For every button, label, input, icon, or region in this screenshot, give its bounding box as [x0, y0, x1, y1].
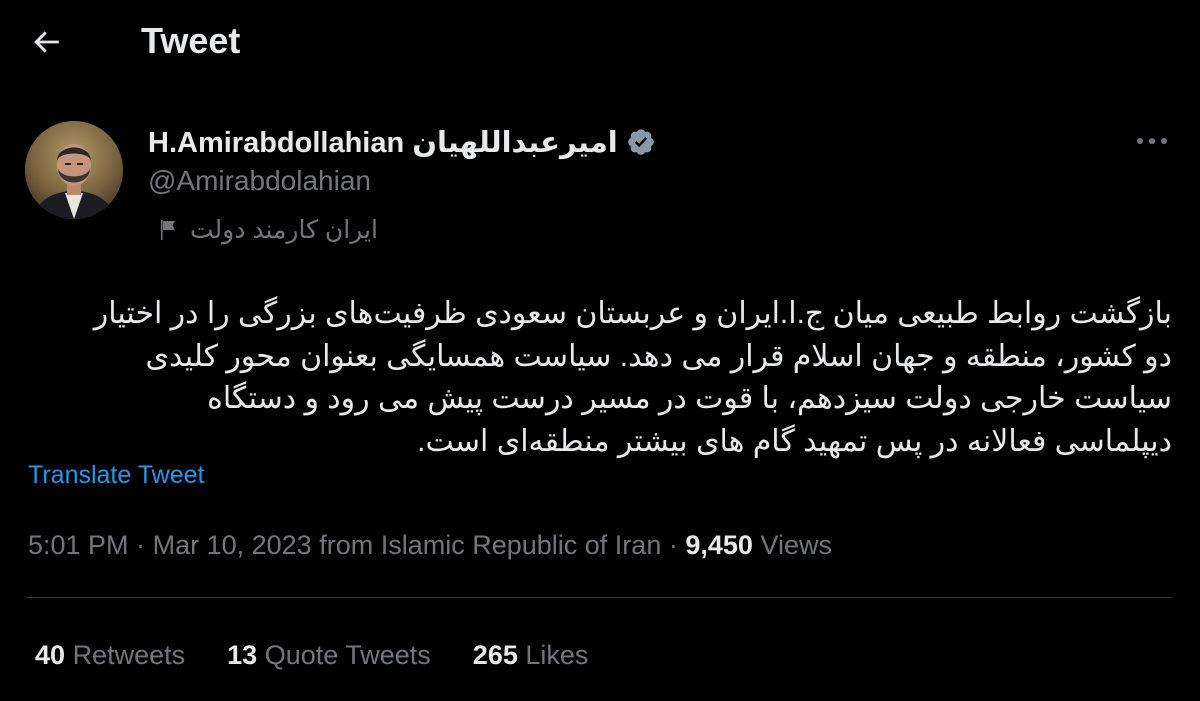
likes-stat[interactable]: 265 Likes — [473, 636, 589, 674]
views-count: 9,450 — [685, 530, 753, 560]
affiliation-label[interactable]: ایران کارمند دولت — [156, 212, 378, 248]
tweet-location: from Islamic Republic of Iran — [319, 530, 662, 560]
divider — [26, 597, 1172, 598]
retweets-stat[interactable]: 40 Retweets — [35, 636, 185, 674]
top-bar: Tweet — [0, 0, 1200, 86]
affiliation-label-text: ایران کارمند دولت — [190, 216, 378, 244]
display-name[interactable]: H.Amirabdollahian امیرعبداللهیان — [148, 125, 618, 160]
verified-badge-icon — [627, 129, 654, 155]
quote-tweets-stat[interactable]: 13 Quote Tweets — [227, 636, 431, 674]
page-title: Tweet — [141, 20, 241, 61]
tweet-time[interactable]: 5:01 PM — [28, 530, 129, 560]
tweet-date[interactable]: Mar 10, 2023 — [153, 530, 312, 560]
views-label: Views — [760, 530, 833, 560]
retweets-label: Retweets — [72, 640, 186, 670]
more-options-button[interactable] — [1132, 126, 1172, 156]
retweets-count: 40 — [35, 640, 66, 670]
avatar-photo — [25, 121, 123, 219]
arrow-left-icon — [34, 31, 59, 53]
tweet-text: بازگشت روابط طبیعی میان ج.ا.ایران و عربس… — [93, 297, 1172, 458]
meta-separator: · — [136, 530, 146, 560]
tweet-meta: 5:01 PM · Mar 10, 2023 from Islamic Repu… — [28, 526, 832, 564]
more-dots-icon — [1137, 138, 1167, 144]
likes-label: Likes — [525, 640, 589, 670]
quote-tweets-count: 13 — [227, 640, 258, 670]
author-handle[interactable]: @Amirabdolahian — [148, 163, 371, 199]
engagement-stats: 40 Retweets 13 Quote Tweets 265 Likes — [35, 636, 588, 674]
quote-tweets-label: Quote Tweets — [264, 640, 431, 670]
author-name-row[interactable]: H.Amirabdollahian امیرعبداللهیان — [148, 122, 656, 162]
translate-tweet-link[interactable]: Translate Tweet — [28, 458, 204, 492]
meta-separator-2: · — [668, 530, 678, 560]
flag-icon — [161, 220, 175, 240]
avatar[interactable] — [25, 121, 123, 219]
back-button[interactable] — [24, 20, 68, 64]
likes-count: 265 — [472, 640, 518, 670]
